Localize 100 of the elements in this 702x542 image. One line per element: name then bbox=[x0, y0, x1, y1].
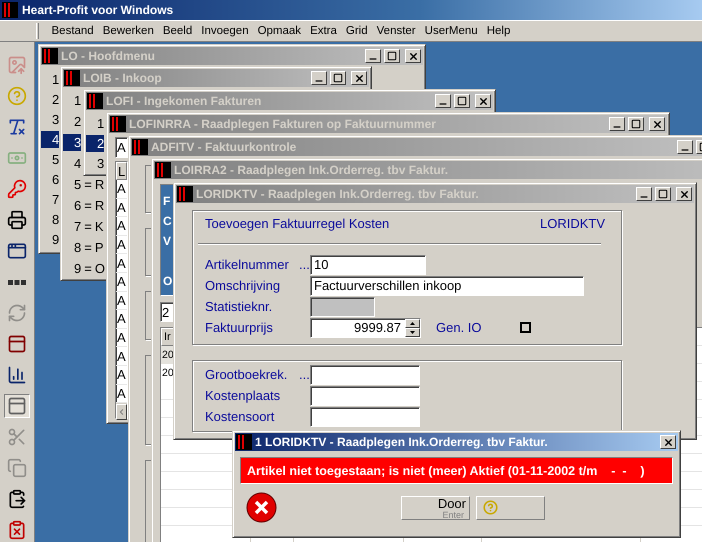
menu-item[interactable]: 1 bbox=[86, 114, 104, 132]
input-field[interactable]: 2 bbox=[160, 302, 174, 322]
list-row[interactable]: A bbox=[116, 180, 127, 199]
close-button[interactable] bbox=[660, 435, 676, 449]
close-icon bbox=[678, 188, 690, 200]
close-icon bbox=[652, 118, 662, 130]
menu-item[interactable]: Beeld bbox=[158, 25, 197, 37]
menu-item[interactable]: Help bbox=[482, 25, 515, 37]
menu-item[interactable]: Invoegen bbox=[196, 25, 254, 37]
menu-item[interactable]: 8 = P bbox=[63, 239, 104, 256]
logo-icon bbox=[110, 116, 126, 132]
maximize-button[interactable] bbox=[628, 117, 644, 131]
lookup-dots[interactable]: ... bbox=[299, 367, 310, 382]
menu-item[interactable]: 3 bbox=[63, 134, 81, 151]
menu-item[interactable]: 6 bbox=[41, 170, 59, 188]
close-button[interactable] bbox=[649, 117, 665, 131]
menu-item[interactable]: 9 bbox=[41, 230, 59, 248]
maximize-button[interactable] bbox=[454, 94, 470, 108]
table-cell[interactable]: 20 bbox=[161, 346, 174, 364]
field-label: Gen. IO bbox=[436, 320, 482, 335]
help-icon bbox=[483, 500, 498, 515]
minimize-button[interactable] bbox=[435, 94, 451, 108]
form-heading: Toevoegen Faktuurregel Kosten bbox=[205, 216, 390, 231]
input-field[interactable]: Factuurverschillen inkoop bbox=[310, 276, 584, 296]
menu-item[interactable]: 5 bbox=[41, 150, 59, 168]
menu-item[interactable]: Bestand bbox=[47, 25, 98, 37]
lookup-dots[interactable]: ... bbox=[299, 257, 310, 272]
window-icon bbox=[7, 334, 27, 354]
list-row[interactable]: A bbox=[116, 198, 127, 218]
menu-item[interactable]: 2 bbox=[86, 134, 104, 152]
number-field[interactable]: 9999.87 bbox=[310, 318, 421, 338]
menu-item[interactable]: Bewerken bbox=[98, 25, 158, 37]
window-title: ADFITV - Faktuurkontrole bbox=[151, 140, 298, 154]
input-field[interactable] bbox=[310, 364, 420, 384]
menu-item[interactable]: 1 bbox=[41, 70, 59, 88]
minimize-button[interactable] bbox=[311, 71, 327, 85]
close-button[interactable] bbox=[351, 71, 367, 85]
close-icon bbox=[478, 96, 488, 106]
menu-item[interactable]: 6 = R bbox=[63, 197, 104, 214]
search-field[interactable]: A bbox=[115, 137, 128, 158]
help-button[interactable] bbox=[476, 496, 545, 520]
minimize-button[interactable] bbox=[365, 49, 381, 63]
error-message: Artikel niet toegestaan; is niet (meer) Aktief (01-11-2002 t/m - - ) bbox=[247, 464, 645, 478]
close-button[interactable] bbox=[405, 49, 421, 63]
spin-up-button[interactable] bbox=[405, 318, 420, 328]
menu-item[interactable]: 2 bbox=[63, 113, 81, 130]
scissors-icon bbox=[7, 427, 27, 447]
window-title: LO - Hoofdmenu bbox=[61, 49, 156, 63]
field-label: Grootboekrek. bbox=[205, 367, 288, 382]
minimize-button[interactable] bbox=[636, 187, 652, 201]
close-button[interactable] bbox=[475, 94, 491, 108]
maximize-button[interactable] bbox=[330, 71, 346, 85]
maximize-button[interactable] bbox=[384, 49, 400, 63]
field-label: Omschrijving bbox=[205, 278, 280, 293]
error-icon bbox=[246, 492, 277, 523]
list-row[interactable]: A bbox=[116, 236, 127, 254]
menu-item[interactable]: 9 = O bbox=[63, 260, 105, 277]
window-icon bbox=[7, 241, 27, 261]
list-row[interactable]: A bbox=[116, 328, 127, 348]
minimize-button[interactable] bbox=[609, 117, 625, 131]
list-row[interactable]: A bbox=[116, 366, 127, 385]
menu-item[interactable]: Extra bbox=[306, 25, 342, 37]
list-row[interactable]: A bbox=[116, 217, 127, 236]
title-bar[interactable]: 1 LORIDKTV - Raadplegen Ink.Orderreg. tbv Faktur. bbox=[235, 433, 678, 451]
menu-item[interactable]: 4 bbox=[41, 130, 59, 148]
maximize-icon bbox=[658, 189, 668, 199]
input-field[interactable] bbox=[310, 406, 420, 426]
close-icon bbox=[354, 72, 364, 84]
list-row[interactable]: A bbox=[116, 347, 127, 366]
door-button[interactable]: Door Enter bbox=[401, 496, 470, 520]
menu-item[interactable]: 5 = R bbox=[63, 176, 104, 193]
menu-item[interactable]: 7 = K bbox=[63, 218, 104, 235]
menu-item[interactable]: Venster bbox=[372, 25, 420, 37]
list-row[interactable]: A bbox=[116, 310, 127, 329]
menu-item[interactable]: 1 bbox=[63, 92, 81, 109]
menu-item[interactable]: 3 bbox=[41, 110, 59, 128]
menu-item[interactable]: Grid bbox=[341, 25, 372, 37]
menu-item[interactable]: 2 bbox=[41, 90, 59, 108]
toolbar-button[interactable] bbox=[4, 394, 30, 418]
maximize-button[interactable] bbox=[655, 187, 671, 201]
checkbox[interactable] bbox=[520, 322, 531, 333]
column-header[interactable]: Ir bbox=[161, 328, 174, 346]
menu-item[interactable]: 7 bbox=[41, 190, 59, 208]
logo-icon bbox=[132, 139, 148, 155]
input-field[interactable]: 10 bbox=[310, 254, 426, 274]
menu-item[interactable]: UserMenu bbox=[420, 25, 482, 37]
menu-item[interactable]: 4 bbox=[63, 155, 81, 172]
list-row[interactable]: A bbox=[116, 254, 127, 273]
panel-text: O bbox=[163, 273, 172, 290]
minimize-button[interactable] bbox=[677, 140, 693, 154]
menu-item[interactable]: 8 bbox=[41, 210, 59, 228]
list-row[interactable]: A bbox=[116, 292, 127, 310]
close-button[interactable] bbox=[676, 187, 692, 201]
menu-item[interactable]: Opmaak bbox=[253, 25, 306, 37]
menu-item[interactable]: 3 bbox=[86, 154, 104, 172]
column-header[interactable]: L bbox=[116, 162, 127, 180]
list-row[interactable]: A bbox=[116, 272, 127, 292]
field-label: Artikelnummer bbox=[205, 257, 289, 272]
logo-icon bbox=[87, 93, 103, 109]
input-field[interactable] bbox=[310, 386, 420, 406]
